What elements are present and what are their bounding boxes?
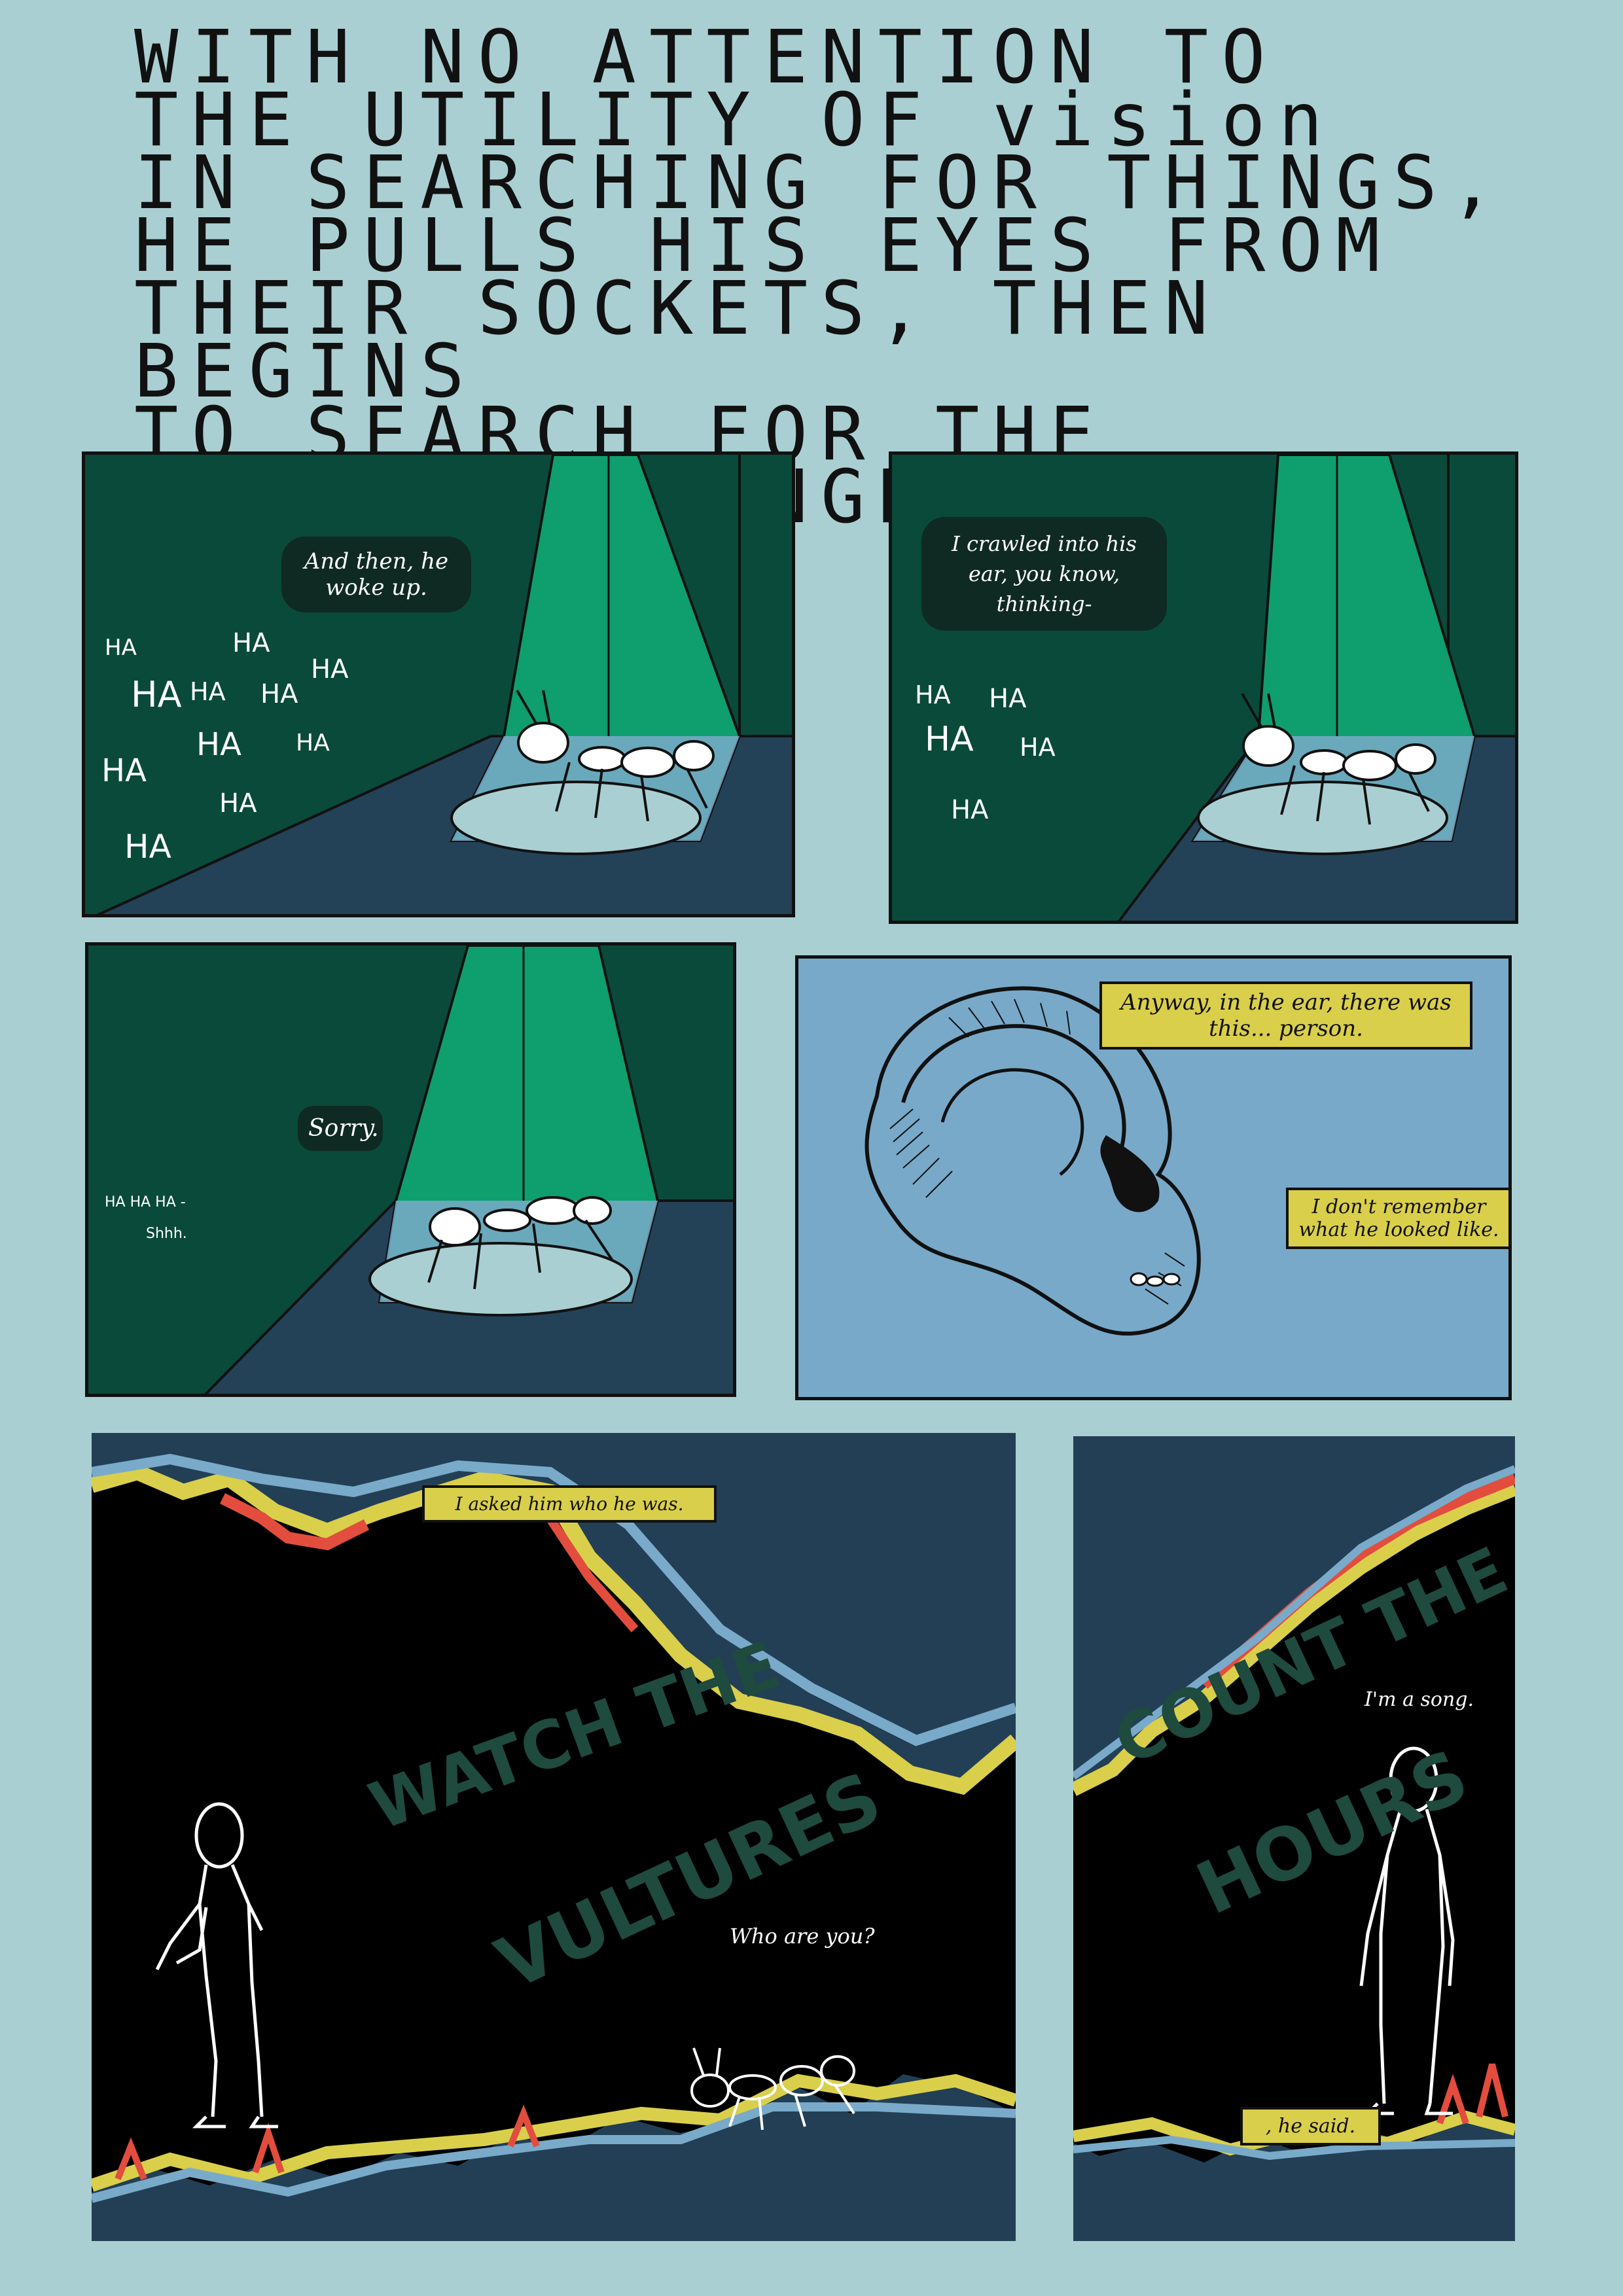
panel-2: I crawled into his ear, you know, thinki… xyxy=(889,451,1518,924)
laugh-text: HA xyxy=(219,788,257,819)
laugh-text: HA xyxy=(105,635,137,661)
laugh-text: HA xyxy=(232,628,270,658)
speech-text: I'm a song. xyxy=(1364,1688,1474,1711)
panel-2-speech-bubble: I crawled into his ear, you know, thinki… xyxy=(921,517,1167,631)
panel-3: Sorry. HA HA HA - Shhh. xyxy=(85,942,736,1397)
laugh-text: HA xyxy=(989,684,1027,714)
laugh-text: HA xyxy=(951,795,989,825)
panel-1-speech-bubble: And then, he woke up. xyxy=(281,537,471,612)
panel-1: And then, he woke up. HA HA HA HA HA HA … xyxy=(82,451,795,917)
narration-box: I asked him who he was. xyxy=(422,1485,717,1523)
laugh-text: HA xyxy=(124,828,171,866)
laugh-text: Shhh. xyxy=(146,1226,187,1242)
laugh-text: HA xyxy=(101,752,147,789)
laugh-text: HA HA HA - xyxy=(105,1194,186,1210)
narration-box: Anyway, in the ear, there was this... pe… xyxy=(1099,981,1472,1050)
speech-text: Who are you? xyxy=(730,1924,875,1949)
narration-box: , he said. xyxy=(1240,2107,1381,2146)
panel-6: COUNT THE HOURS I'm a song. , he said. xyxy=(1073,1436,1515,2241)
laugh-text: HA xyxy=(260,679,298,709)
narration-box: I don't remember what he looked like. xyxy=(1286,1188,1508,1249)
laugh-text: HA xyxy=(131,674,182,715)
panel-3-scene xyxy=(88,945,733,1394)
laugh-text: HA xyxy=(196,726,241,763)
laugh-text: HA xyxy=(190,677,226,706)
laugh-text: HA xyxy=(925,720,974,759)
panel-3-speech-bubble: Sorry. xyxy=(298,1106,383,1151)
laugh-text: HA xyxy=(1020,733,1056,762)
laugh-text: HA xyxy=(296,730,330,756)
panel-4: Anyway, in the ear, there was this... pe… xyxy=(795,955,1512,1400)
laugh-text: HA xyxy=(915,680,951,709)
laugh-text: HA xyxy=(311,654,349,684)
panel-5: I asked him who he was. WATCH THE VULTUR… xyxy=(92,1433,1016,2241)
